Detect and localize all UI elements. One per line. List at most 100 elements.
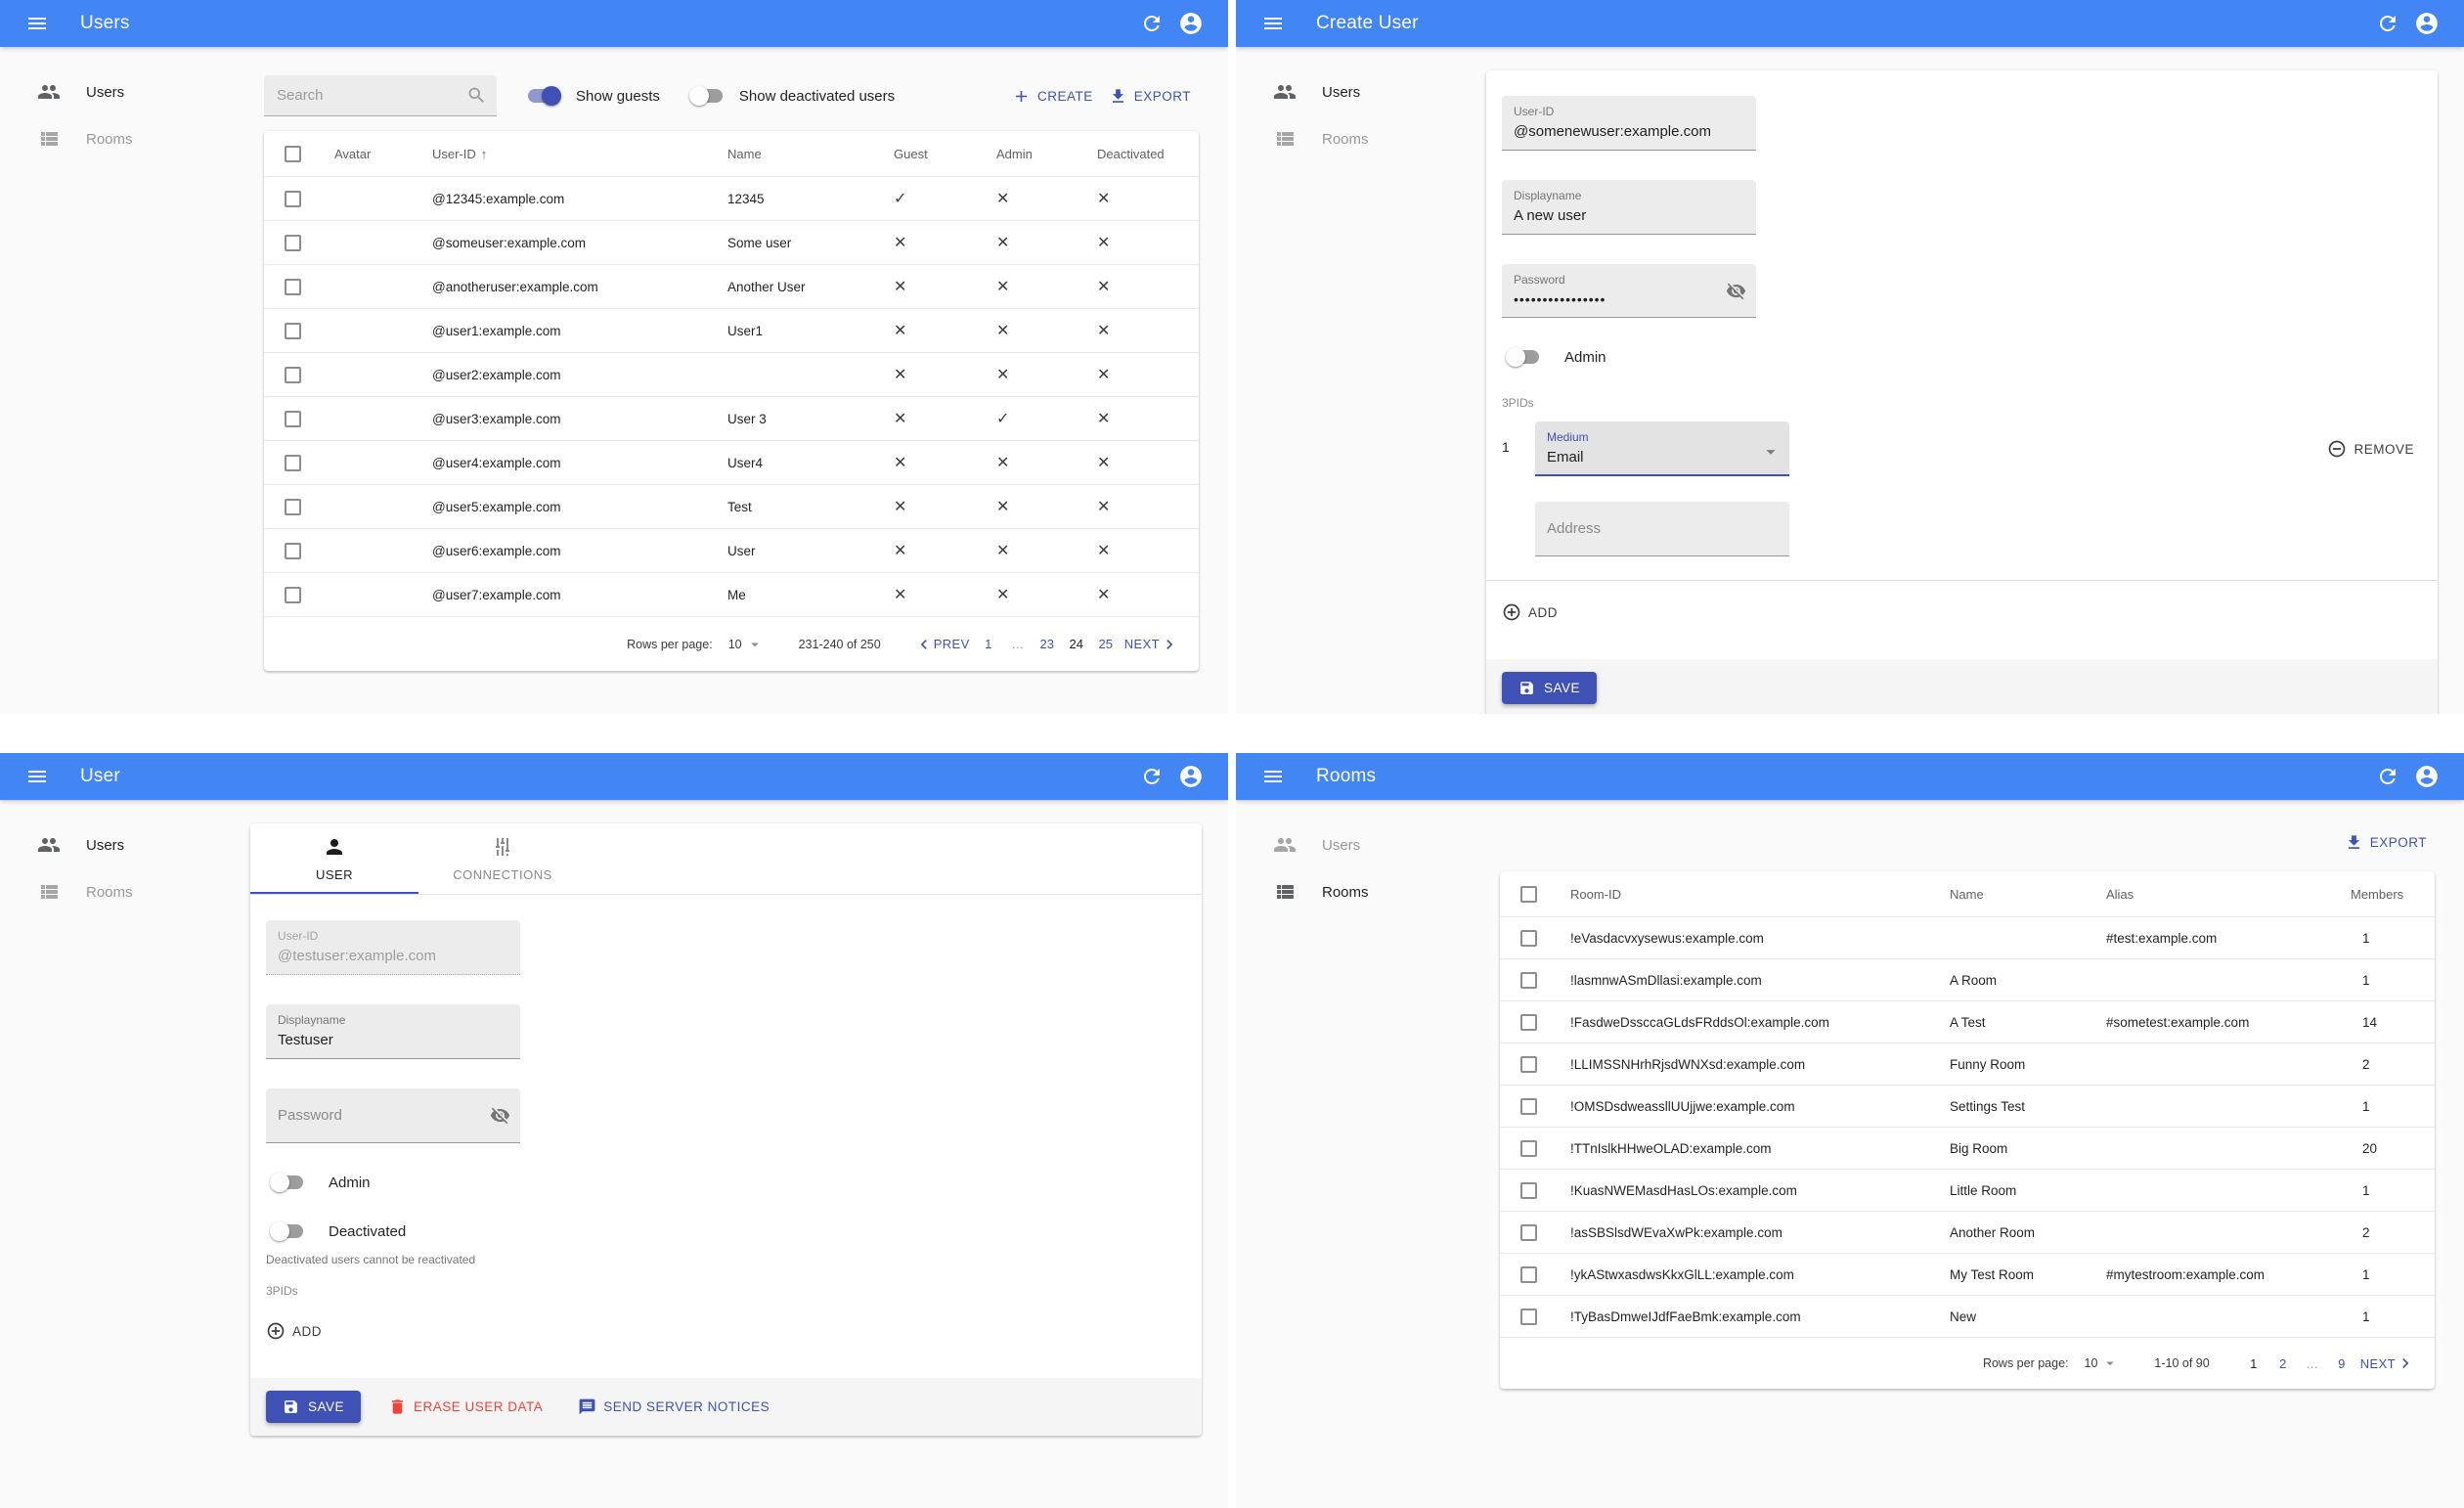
admin-toggle[interactable] [1506,347,1541,367]
user-table-row[interactable]: @user4:example.com User4 ✕ ✕ ✕ [264,441,1199,485]
sidebar-item-users[interactable]: Users [0,821,250,868]
create-button[interactable]: CREATE [1004,81,1101,111]
rows-per-page-select[interactable]: 10 [728,636,764,653]
account-icon[interactable] [1171,4,1210,43]
next-page-button[interactable]: NEXT [2356,1353,2419,1373]
menu-icon[interactable] [18,757,57,796]
page-number[interactable]: … [2298,1356,2327,1371]
row-checkbox[interactable] [1519,1181,1537,1199]
sidebar-item-rooms[interactable]: Rooms [1236,868,1486,915]
user-table-row[interactable]: @12345:example.com 12345 ✓ ✕ ✕ [264,177,1199,221]
row-checkbox[interactable] [284,542,301,559]
sidebar-item-users[interactable]: Users [1236,68,1486,115]
save-button[interactable]: SAVE [1502,672,1598,704]
page-number[interactable]: … [1003,637,1033,651]
room-table-row[interactable]: !asSBSlsdWEvaXwPk:example.com Another Ro… [1500,1212,2435,1254]
export-button[interactable]: EXPORT [1101,81,1199,111]
add-threepid-button[interactable]: ADD [1502,597,1565,628]
erase-user-data-button[interactable]: ERASE USER DATA [380,1392,550,1422]
room-table-row[interactable]: !TyBasDmweIJdfFaeBmk:example.com New 1 [1500,1296,2435,1338]
user-table-row[interactable]: @user6:example.com User ✕ ✕ ✕ [264,529,1199,573]
visibility-off-icon[interactable] [1726,281,1746,306]
room-table-row[interactable]: !FasdweDssccaGLdsFRddsOl:example.com A T… [1500,1001,2435,1043]
menu-icon[interactable] [18,4,57,43]
row-checkbox[interactable] [1519,971,1537,989]
row-checkbox[interactable] [284,586,301,603]
user-table-row[interactable]: @user1:example.com User1 ✕ ✕ ✕ [264,309,1199,353]
row-checkbox[interactable] [284,454,301,471]
row-checkbox[interactable] [1519,1013,1537,1031]
page-number[interactable]: 1 [974,637,1003,651]
page-number[interactable]: 23 [1033,637,1062,651]
row-checkbox[interactable] [1519,1223,1537,1241]
user-table-row[interactable]: @user7:example.com Me ✕ ✕ ✕ [264,573,1199,617]
user-table-row[interactable]: @anotheruser:example.com Another User ✕ … [264,265,1199,309]
sidebar-item-rooms[interactable]: Rooms [0,868,250,915]
row-checkbox[interactable] [1519,1097,1537,1115]
account-icon[interactable] [2407,757,2446,796]
sidebar-item-users[interactable]: Users [1236,821,1486,868]
send-server-notices-button[interactable]: SEND SERVER NOTICES [570,1392,777,1422]
page-number[interactable]: 2 [2268,1356,2298,1371]
search-input[interactable]: Search [264,75,497,116]
tab-connections[interactable]: CONNECTIONS [418,823,587,894]
user-id-field[interactable]: User-ID @somenewuser:example.com [1502,96,1756,151]
room-table-row[interactable]: !lasmnwASmDllasi:example.com A Room 1 [1500,959,2435,1001]
password-field[interactable]: Password •••••••••••••••• [1502,264,1756,318]
room-table-row[interactable]: !LLIMSSNHrhRjsdWNXsd:example.com Funny R… [1500,1043,2435,1086]
page-number[interactable]: 25 [1091,637,1121,651]
deactivated-toggle[interactable] [270,1221,305,1241]
row-checkbox[interactable] [284,190,301,207]
row-checkbox[interactable] [284,278,301,295]
select-all-checkbox[interactable] [1519,885,1537,903]
row-checkbox[interactable] [1519,1265,1537,1283]
room-table-row[interactable]: !ykAStwxasdwsKkxGlLL:example.com My Test… [1500,1254,2435,1296]
row-checkbox[interactable] [1519,1055,1537,1073]
sidebar-item-rooms[interactable]: Rooms [1236,115,1486,162]
refresh-icon[interactable] [2368,4,2407,43]
add-threepid-button[interactable]: ADD [266,1315,330,1347]
page-number[interactable]: 9 [2327,1356,2356,1371]
sidebar-item-users[interactable]: Users [0,68,250,115]
admin-toggle[interactable] [270,1173,305,1192]
displayname-field[interactable]: Displayname A new user [1502,180,1756,235]
refresh-icon[interactable] [2368,757,2407,796]
row-checkbox[interactable] [284,498,301,515]
save-button[interactable]: SAVE [266,1391,362,1423]
password-field[interactable]: Password [266,1088,520,1143]
export-button[interactable]: EXPORT [2337,827,2435,858]
visibility-off-icon[interactable] [490,1105,510,1131]
row-checkbox[interactable] [284,234,301,251]
row-checkbox[interactable] [1519,1308,1537,1325]
page-number[interactable]: 24 [1062,637,1091,651]
displayname-field[interactable]: Displayname Testuser [266,1004,520,1059]
sidebar-item-rooms[interactable]: Rooms [0,115,250,162]
room-table-row[interactable]: !OMSDsdweassllUUjjwe:example.com Setting… [1500,1086,2435,1128]
room-table-row[interactable]: !TTnIslkHHweOLAD:example.com Big Room 20 [1500,1128,2435,1170]
col-user-id[interactable]: User-ID ↑ [418,147,714,161]
address-field[interactable]: Address [1535,502,1789,556]
row-checkbox[interactable] [1519,1139,1537,1157]
page-number[interactable]: 1 [2239,1356,2268,1371]
tab-user[interactable]: USER [250,823,418,894]
user-table-row[interactable]: @user3:example.com User 3 ✕ ✓ ✕ [264,397,1199,441]
user-table-row[interactable]: @user5:example.com Test ✕ ✕ ✕ [264,485,1199,529]
account-icon[interactable] [2407,4,2446,43]
room-table-row[interactable]: !eVasdacvxysewus:example.com #test:examp… [1500,917,2435,959]
row-checkbox[interactable] [1519,929,1537,947]
next-page-button[interactable]: NEXT [1121,635,1183,654]
prev-page-button[interactable]: PREV [910,635,974,654]
user-table-row[interactable]: @someuser:example.com Some user ✕ ✕ ✕ [264,221,1199,265]
select-all-checkbox[interactable] [284,145,301,162]
show-deactivated-toggle[interactable] [688,86,725,106]
refresh-icon[interactable] [1132,4,1171,43]
user-table-row[interactable]: @user2:example.com ✕ ✕ ✕ [264,353,1199,397]
refresh-icon[interactable] [1132,757,1171,796]
show-guests-toggle[interactable] [526,86,561,106]
medium-select[interactable]: Medium Email [1535,421,1789,476]
row-checkbox[interactable] [284,366,301,383]
menu-icon[interactable] [1254,4,1293,43]
room-table-row[interactable]: !KuasNWEMasdHasLOs:example.com Little Ro… [1500,1170,2435,1212]
account-icon[interactable] [1171,757,1210,796]
rows-per-page-select[interactable]: 10 [2085,1354,2120,1372]
